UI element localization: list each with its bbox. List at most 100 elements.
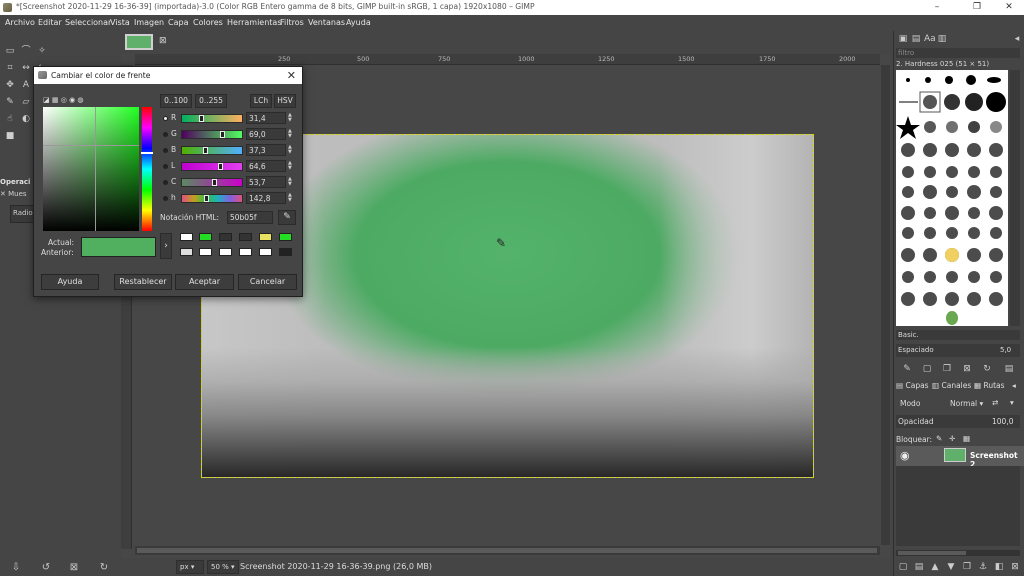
range-255-button[interactable]: 0..255: [195, 94, 227, 108]
slider-thumb-l[interactable]: [218, 163, 223, 170]
reset-button[interactable]: Restablecer: [114, 274, 172, 290]
add-to-history-button[interactable]: ›: [160, 233, 172, 259]
menu-seleccionar[interactable]: Seleccionar: [65, 18, 111, 27]
layer-list[interactable]: [896, 466, 1020, 546]
spinner-c[interactable]: ▲ ▼: [288, 177, 294, 187]
history-swatch[interactable]: [180, 233, 193, 241]
slider-thumb-b[interactable]: [203, 147, 208, 154]
fg-color-icon[interactable]: ■: [4, 130, 16, 142]
menu-herramientas[interactable]: Herramientas: [227, 18, 282, 27]
tool-options-tab[interactable]: Operaci: [0, 178, 30, 188]
history-swatch[interactable]: [219, 248, 232, 256]
value-r[interactable]: 31,4: [246, 112, 286, 124]
new-layer-icon[interactable]: ▢: [898, 562, 908, 572]
new-brush-icon[interactable]: ▢: [922, 364, 932, 374]
paintbrush-icon[interactable]: ✎: [4, 96, 16, 108]
history-swatch[interactable]: [199, 248, 212, 256]
menu-ventanas[interactable]: Ventanas: [308, 18, 345, 27]
cmyk-selector-icon[interactable]: ▦: [52, 96, 59, 104]
menu-vista[interactable]: Vista: [110, 18, 130, 27]
range-100-button[interactable]: 0..100: [160, 94, 192, 108]
history-swatch[interactable]: [279, 233, 292, 241]
history-swatch[interactable]: [199, 233, 212, 241]
restore-tool-preset-icon[interactable]: ↺: [40, 562, 52, 574]
visibility-eye-icon[interactable]: ◉: [900, 449, 910, 462]
fuzzy-select-icon[interactable]: ✧: [36, 45, 48, 57]
color-square[interactable]: [43, 107, 139, 231]
brush-grid-scrollbar[interactable]: [1010, 70, 1020, 326]
ok-button[interactable]: Aceptar: [175, 274, 234, 290]
value-c[interactable]: 53,7: [246, 176, 286, 188]
unit-select[interactable]: px ▾: [176, 560, 204, 574]
raise-layer-icon[interactable]: ▲: [930, 562, 940, 572]
mode-switch-icon[interactable]: ⇄: [992, 398, 998, 407]
brush-thumbnails[interactable]: [896, 70, 1008, 326]
transform-icon[interactable]: ↔: [20, 62, 32, 74]
radio-h[interactable]: [163, 196, 168, 201]
delete-tool-preset-icon[interactable]: ⊠: [68, 562, 80, 574]
spinner-b[interactable]: ▲ ▼: [288, 145, 294, 155]
slider-thumb-r[interactable]: [199, 115, 204, 122]
mode-select[interactable]: Normal ▾: [950, 399, 983, 408]
gimp-selector-icon[interactable]: ◪: [43, 96, 50, 104]
duplicate-brush-icon[interactable]: ❐: [942, 364, 952, 374]
menu-archivo[interactable]: Archivo: [5, 18, 35, 27]
history-swatch[interactable]: [180, 248, 193, 256]
refresh-brushes-icon[interactable]: ↻: [982, 364, 992, 374]
spinner-l[interactable]: ▲ ▼: [288, 161, 294, 171]
history-swatch[interactable]: [259, 233, 272, 241]
wheel-selector-icon[interactable]: ◉: [69, 96, 75, 104]
hue-strip[interactable]: [141, 107, 153, 231]
tab-channels[interactable]: ▥ Canales: [932, 381, 971, 390]
menu-capa[interactable]: Capa: [168, 18, 188, 27]
minimize-button[interactable]: –: [920, 0, 954, 15]
history-swatch[interactable]: [239, 248, 252, 256]
menu-ayuda[interactable]: Ayuda: [346, 18, 371, 27]
reset-tool-icon[interactable]: ↻: [98, 562, 110, 574]
spinner-h[interactable]: ▲ ▼: [288, 193, 294, 203]
rect-select-icon[interactable]: ▭: [4, 45, 16, 57]
layers-menu-icon[interactable]: ◂: [1012, 381, 1016, 390]
duplicate-layer-icon[interactable]: ❐: [962, 562, 972, 572]
help-button[interactable]: Ayuda: [41, 274, 99, 290]
open-brush-icon[interactable]: ▤: [1004, 364, 1014, 374]
horizontal-scrollbar[interactable]: [135, 546, 880, 555]
dialog-close-button[interactable]: ✕: [287, 69, 296, 82]
menu-filtros[interactable]: Filtros: [280, 18, 304, 27]
value-g[interactable]: 69,0: [246, 128, 286, 140]
gradients-tab-icon[interactable]: ▥: [937, 34, 947, 44]
value-l[interactable]: 64,6: [246, 160, 286, 172]
tab-paths[interactable]: ▦ Rutas: [974, 381, 1005, 390]
value-h[interactable]: 142,8: [246, 192, 286, 204]
hsv-button[interactable]: HSV: [274, 94, 296, 108]
eraser-icon[interactable]: ▱: [20, 96, 32, 108]
radio-b[interactable]: [163, 148, 168, 153]
horizontal-ruler[interactable]: 250 500 750 1000 1250 1500 1750 2000: [135, 54, 880, 65]
save-tool-preset-icon[interactable]: ⇩: [10, 562, 22, 574]
slider-thumb-c[interactable]: [212, 179, 217, 186]
mask-layer-icon[interactable]: ◧: [994, 562, 1004, 572]
crop-icon[interactable]: ⌗: [4, 62, 16, 74]
slider-l[interactable]: [181, 162, 243, 171]
layer-row[interactable]: ◉ Screenshot 2: [896, 446, 1024, 469]
spinner-r[interactable]: ▲ ▼: [288, 113, 294, 123]
tool-options-item[interactable]: ✕ Mues: [0, 190, 34, 201]
watercolor-selector-icon[interactable]: ◍: [77, 96, 83, 104]
history-swatch[interactable]: [259, 248, 272, 256]
history-swatch[interactable]: [239, 233, 252, 241]
slider-h[interactable]: [181, 194, 243, 203]
warp-icon[interactable]: ✥: [4, 79, 16, 91]
slider-b[interactable]: [181, 146, 243, 155]
brushes-tab-icon[interactable]: ▣: [898, 34, 908, 44]
lock-pixels-icon[interactable]: ✎: [936, 434, 942, 443]
lower-layer-icon[interactable]: ▼: [946, 562, 956, 572]
radio-l[interactable]: [163, 164, 168, 169]
menu-imagen[interactable]: Imagen: [134, 18, 164, 27]
history-swatch[interactable]: [219, 233, 232, 241]
image-tab-close-icon[interactable]: ⊠: [159, 36, 167, 46]
image-tab[interactable]: ⊠: [121, 31, 173, 53]
lock-position-icon[interactable]: ✛: [949, 434, 955, 443]
layers-scrollbar[interactable]: [896, 550, 1020, 556]
new-group-icon[interactable]: ▤: [914, 562, 924, 572]
brush-preset[interactable]: Basic.: [896, 330, 1020, 340]
